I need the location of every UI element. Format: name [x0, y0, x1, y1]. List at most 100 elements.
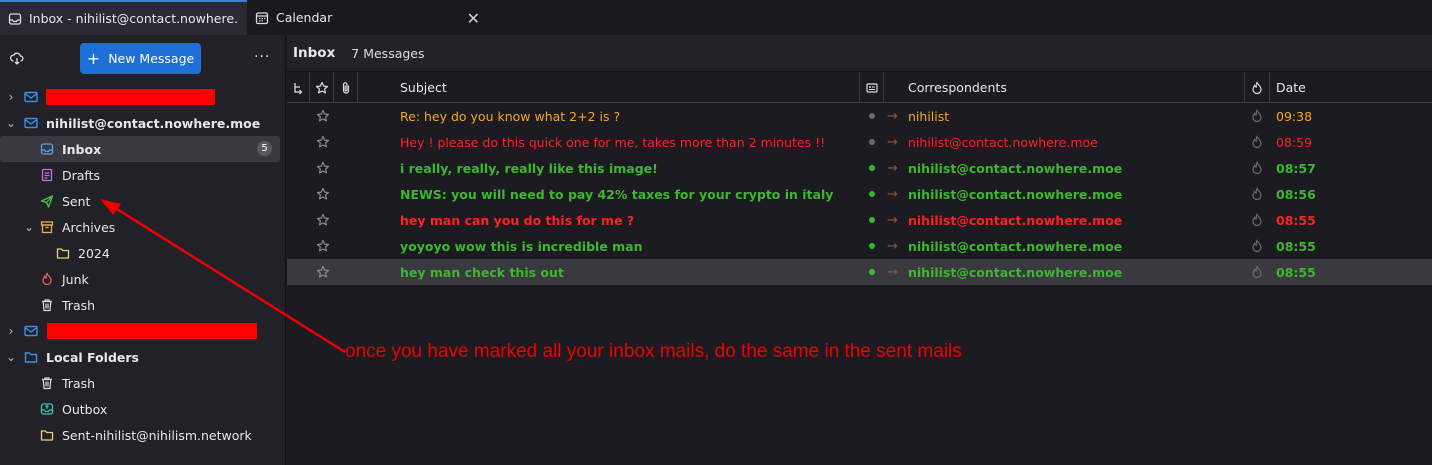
folder-drafts[interactable]: Drafts — [0, 162, 285, 188]
message-pane: Inbox 7 Messages Subject Correspondents … — [287, 35, 1432, 465]
plus-icon: + — [86, 49, 101, 68]
junk-fire-icon[interactable] — [1250, 181, 1264, 207]
calendar-icon — [255, 11, 269, 25]
message-count: 7 Messages — [351, 45, 425, 61]
folder-trash[interactable]: Trash — [0, 292, 285, 318]
tab-calendar-label: Calendar — [276, 10, 333, 25]
account-main[interactable]: ⌄ nihilist@contact.nowhere.moe — [0, 110, 285, 136]
tab-inbox[interactable]: Inbox - nihilist@contact.nowhere.moe — [0, 0, 247, 35]
correspondents-column-header[interactable]: Correspondents — [884, 72, 1245, 103]
message-subject: yoyoyo wow this is incredible man — [400, 238, 643, 254]
junk-column-header[interactable] — [1245, 72, 1270, 103]
attachment-column-header[interactable] — [334, 72, 358, 103]
chevron-down-icon[interactable]: ⌄ — [4, 350, 18, 364]
read-status-dot[interactable] — [869, 259, 875, 285]
folder-sent-other[interactable]: Sent-nihilist@nihilism.network — [0, 422, 285, 448]
chevron-down-icon[interactable]: ⌄ — [4, 116, 18, 130]
chevron-right-icon[interactable]: › — [4, 324, 18, 338]
junk-fire-icon[interactable] — [1250, 207, 1264, 233]
message-list-header: Inbox 7 Messages — [287, 35, 1432, 72]
junk-fire-icon — [1250, 80, 1264, 95]
redaction-bar — [46, 89, 215, 105]
thread-column-header[interactable] — [287, 72, 310, 103]
message-correspondent: nihilist@contact.nowhere.moe — [908, 186, 1123, 202]
annotation-text: once you have marked all your inbox mail… — [345, 341, 962, 362]
inbox-icon — [8, 12, 22, 26]
trash-icon — [40, 376, 54, 390]
star-toggle-icon[interactable] — [316, 207, 330, 233]
read-status-dot[interactable] — [869, 207, 875, 233]
arrow-right-icon: → — [887, 160, 898, 176]
read-status-column-header[interactable] — [860, 72, 884, 103]
message-correspondent: nihilist@contact.nowhere.moe — [908, 134, 1098, 150]
message-correspondent: nihilist@contact.nowhere.moe — [908, 264, 1123, 280]
message-row[interactable]: Re: hey do you know what 2+2 is ? → nihili… — [287, 103, 1432, 129]
message-row[interactable]: i really, really, really like this image… — [287, 155, 1432, 181]
junk-fire-icon[interactable] — [1250, 103, 1264, 129]
thread-icon — [291, 81, 305, 95]
message-list: Re: hey do you know what 2+2 is ? → nihili… — [287, 103, 1432, 285]
unread-count-badge: 5 — [257, 141, 272, 156]
junk-fire-icon[interactable] — [1250, 259, 1264, 285]
account-redacted-2[interactable]: › — [0, 318, 285, 344]
folder-outbox[interactable]: Outbox — [0, 396, 285, 422]
folder-pane: + New Message ··· › ⌄ nihilist@contact.n… — [0, 35, 286, 465]
redaction-bar — [47, 323, 257, 339]
star-toggle-icon[interactable] — [316, 129, 330, 155]
message-row[interactable]: Hey ! please do this quick one for me, t… — [287, 129, 1432, 155]
junk-fire-icon[interactable] — [1250, 233, 1264, 259]
folder-local-trash[interactable]: Trash — [0, 370, 285, 396]
message-date: 08:55 — [1276, 212, 1316, 228]
star-toggle-icon[interactable] — [316, 103, 330, 129]
folder-inbox[interactable]: Inbox 5 — [0, 136, 280, 162]
message-row[interactable]: yoyoyo wow this is incredible man → nihili… — [287, 233, 1432, 259]
correspondents-header-label: Correspondents — [908, 80, 1007, 95]
star-toggle-icon[interactable] — [316, 233, 330, 259]
read-status-dot[interactable] — [869, 129, 875, 155]
read-status-dot[interactable] — [869, 103, 875, 129]
folder-outbox-label: Outbox — [62, 401, 108, 417]
account-main-label: nihilist@contact.nowhere.moe — [46, 115, 261, 131]
close-icon[interactable]: ✕ — [467, 9, 480, 28]
more-options-icon[interactable]: ··· — [254, 49, 270, 65]
chevron-down-icon[interactable]: ⌄ — [22, 220, 36, 234]
account-redacted-1[interactable]: › — [0, 84, 285, 110]
folder-drafts-label: Drafts — [62, 167, 101, 183]
arrow-right-icon: → — [887, 238, 898, 254]
star-toggle-icon[interactable] — [316, 259, 330, 285]
chevron-right-icon[interactable]: › — [4, 90, 18, 104]
message-date: 08:55 — [1276, 238, 1316, 254]
inbox-icon — [40, 142, 54, 156]
message-subject: hey man check this out — [400, 264, 564, 280]
subject-column-header[interactable]: Subject — [358, 72, 860, 103]
tab-calendar[interactable]: Calendar ✕ — [247, 0, 492, 35]
date-column-header[interactable]: Date — [1270, 72, 1432, 103]
junk-fire-icon[interactable] — [1250, 129, 1264, 155]
message-correspondent: nihilist@contact.nowhere.moe — [908, 238, 1123, 254]
star-toggle-icon[interactable] — [316, 155, 330, 181]
message-subject: Hey ! please do this quick one for me, t… — [400, 134, 826, 150]
account-local-folders[interactable]: ⌄ Local Folders — [0, 344, 285, 370]
star-icon — [315, 81, 329, 95]
star-toggle-icon[interactable] — [316, 181, 330, 207]
new-message-button[interactable]: + New Message — [80, 43, 201, 74]
message-row[interactable]: hey man check this out → nihilist@contact.… — [287, 259, 1432, 285]
folder-2024[interactable]: 2024 — [0, 240, 285, 266]
read-status-dot[interactable] — [869, 233, 875, 259]
folder-archives[interactable]: ⌄ Archives — [0, 214, 285, 240]
star-column-header[interactable] — [310, 72, 334, 103]
get-messages-icon[interactable] — [10, 51, 24, 65]
message-row[interactable]: NEWS: you will need to pay 42% taxes for… — [287, 181, 1432, 207]
read-status-dot[interactable] — [869, 155, 875, 181]
message-subject: Re: hey do you know what 2+2 is ? — [400, 108, 621, 124]
message-row[interactable]: hey man can you do this for me ? → nihilis… — [287, 207, 1432, 233]
folder-junk[interactable]: Junk — [0, 266, 285, 292]
message-subject: hey man can you do this for me ? — [400, 212, 635, 228]
tab-inbox-label: Inbox - nihilist@contact.nowhere.moe — [29, 11, 239, 26]
folder-sent[interactable]: Sent — [0, 188, 285, 214]
mail-account-icon — [24, 116, 38, 130]
message-correspondent: nihilist@contact.nowhere.moe — [908, 212, 1123, 228]
junk-fire-icon[interactable] — [1250, 155, 1264, 181]
read-status-dot[interactable] — [869, 181, 875, 207]
column-header-row: Subject Correspondents Date — [287, 72, 1432, 103]
